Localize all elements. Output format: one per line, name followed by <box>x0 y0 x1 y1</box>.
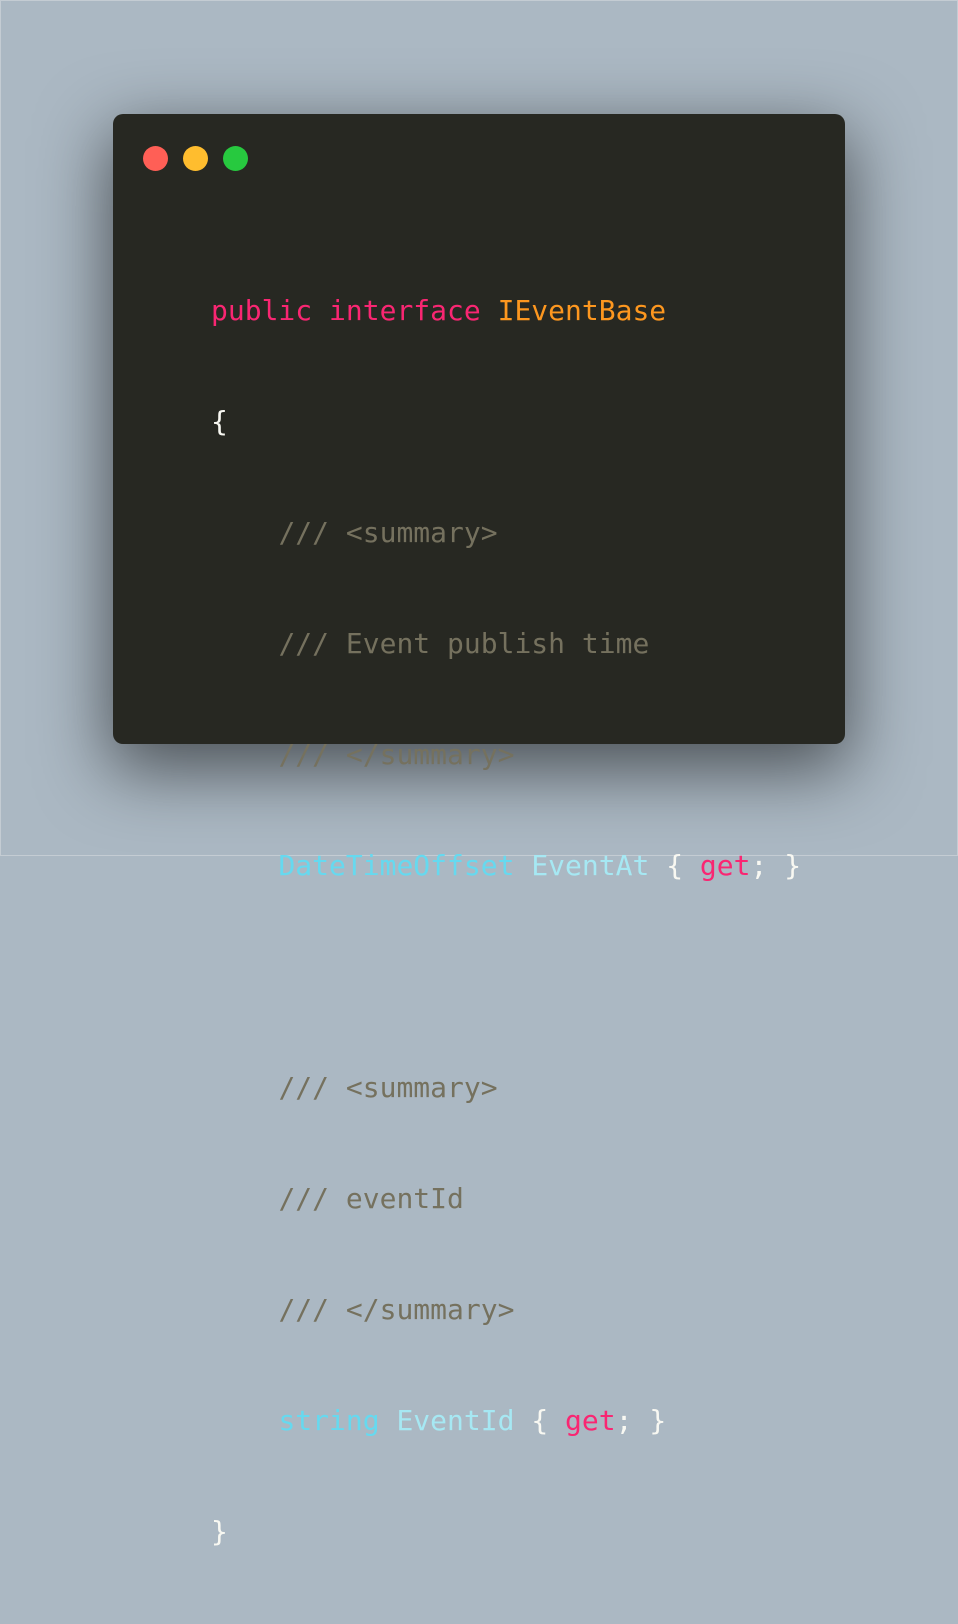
code-line-open-brace: { <box>211 403 801 440</box>
accessor-close: ; } <box>615 1404 667 1437</box>
code-window: public interface IEventBase { /// <summa… <box>113 114 845 1548</box>
code-line-interface-declaration: public interface IEventBase <box>211 292 801 329</box>
doc-comment: /// </summary> <box>278 1293 515 1326</box>
doc-comment: /// Event publish time <box>278 627 650 660</box>
open-brace: { <box>211 405 228 438</box>
code-line-doc1-open: /// <summary> <box>211 514 801 551</box>
code-block: public interface IEventBase { /// <summa… <box>211 218 801 1624</box>
maximize-dot-icon[interactable] <box>223 146 248 171</box>
code-line-doc1-text: /// Event publish time <box>211 625 801 662</box>
accessor-open: { <box>531 1404 549 1437</box>
property-type: DateTimeOffset <box>278 849 515 882</box>
code-line-close-brace: } <box>211 1513 801 1550</box>
keyword-get: get <box>699 849 751 882</box>
property-type: string <box>278 1404 380 1437</box>
interface-name: IEventBase <box>497 294 667 327</box>
keyword-get: get <box>565 1404 616 1437</box>
code-line-doc1-close: /// </summary> <box>211 736 801 773</box>
keyword-interface: interface <box>329 294 481 327</box>
window-controls <box>143 146 248 171</box>
code-line-doc2-open: /// <summary> <box>211 1069 801 1106</box>
doc-comment: /// <summary> <box>278 1071 498 1104</box>
doc-comment: /// eventId <box>278 1182 464 1215</box>
property-name: EventAt <box>531 849 650 882</box>
doc-comment: /// <summary> <box>278 516 498 549</box>
close-brace: } <box>211 1515 228 1548</box>
code-line-property-eventat: DateTimeOffset EventAt { get; } <box>211 847 801 884</box>
keyword-public: public <box>211 294 313 327</box>
property-name: EventId <box>396 1404 515 1437</box>
accessor-open: { <box>666 849 684 882</box>
code-line-property-eventid: string EventId { get; } <box>211 1402 801 1439</box>
accessor-close: ; } <box>750 849 802 882</box>
doc-comment: /// </summary> <box>278 738 515 771</box>
minimize-dot-icon[interactable] <box>183 146 208 171</box>
code-line-doc2-text: /// eventId <box>211 1180 801 1217</box>
code-line-doc2-close: /// </summary> <box>211 1291 801 1328</box>
close-dot-icon[interactable] <box>143 146 168 171</box>
